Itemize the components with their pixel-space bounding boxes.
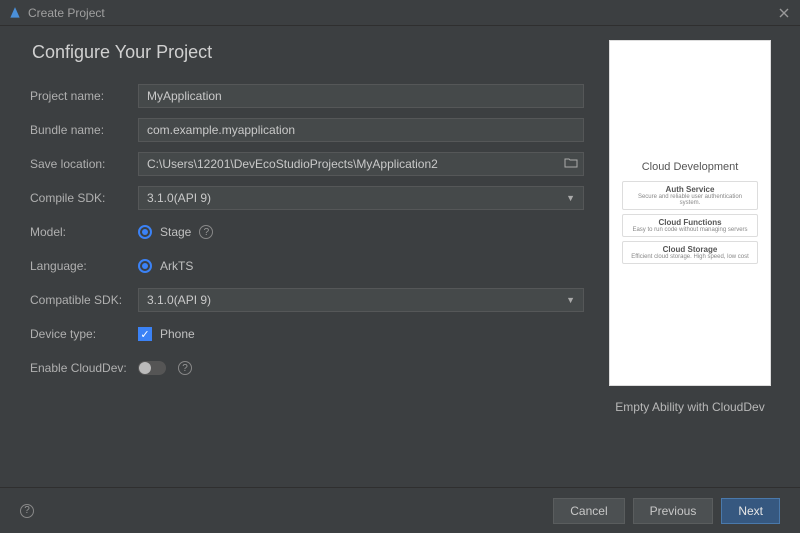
chevron-down-icon: ▼	[566, 295, 575, 305]
window-title: Create Project	[28, 6, 105, 20]
bundle-name-label: Bundle name:	[30, 123, 138, 137]
save-location-input[interactable]	[138, 152, 584, 176]
device-phone-checkbox[interactable]: ✓	[138, 327, 152, 341]
enable-clouddev-toggle[interactable]	[138, 361, 166, 375]
next-button[interactable]: Next	[721, 498, 780, 524]
model-stage-text: Stage	[160, 225, 191, 239]
browse-folder-icon[interactable]	[564, 156, 578, 171]
device-phone-text: Phone	[160, 327, 195, 341]
compatible-sdk-value: 3.1.0(API 9)	[147, 293, 211, 307]
compatible-sdk-select[interactable]: 3.1.0(API 9) ▼	[138, 288, 584, 312]
compile-sdk-select[interactable]: 3.1.0(API 9) ▼	[138, 186, 584, 210]
preview-caption: Empty Ability with CloudDev	[615, 400, 764, 414]
previous-button[interactable]: Previous	[633, 498, 714, 524]
compile-sdk-label: Compile SDK:	[30, 191, 138, 205]
project-name-label: Project name:	[30, 89, 138, 103]
language-arkts-text: ArkTS	[160, 259, 193, 273]
project-name-input[interactable]	[138, 84, 584, 108]
create-project-dialog: Create Project Configure Your Project Pr…	[0, 0, 800, 533]
preview-card: Auth Service Secure and reliable user au…	[622, 181, 758, 210]
template-preview: Cloud Development Auth Service Secure an…	[609, 40, 771, 386]
bundle-name-input[interactable]	[138, 118, 584, 142]
language-arkts-radio[interactable]	[138, 259, 152, 273]
page-title: Configure Your Project	[32, 42, 584, 63]
model-stage-radio[interactable]	[138, 225, 152, 239]
language-label: Language:	[30, 259, 138, 273]
close-icon[interactable]	[776, 5, 792, 21]
save-location-label: Save location:	[30, 157, 138, 171]
titlebar: Create Project	[0, 0, 800, 26]
app-logo-icon	[8, 6, 22, 20]
compatible-sdk-label: Compatible SDK:	[30, 293, 138, 307]
clouddev-help-icon[interactable]: ?	[178, 361, 192, 375]
model-label: Model:	[30, 225, 138, 239]
model-help-icon[interactable]: ?	[199, 225, 213, 239]
device-type-label: Device type:	[30, 327, 138, 341]
cancel-button[interactable]: Cancel	[553, 498, 624, 524]
preview-title: Cloud Development	[642, 161, 739, 173]
dialog-footer: ? Cancel Previous Next	[0, 487, 800, 533]
enable-clouddev-label: Enable CloudDev:	[30, 361, 138, 375]
preview-card: Cloud Functions Easy to run code without…	[622, 214, 758, 237]
footer-help-icon[interactable]: ?	[20, 504, 34, 518]
preview-card: Cloud Storage Efficient cloud storage. H…	[622, 241, 758, 264]
compile-sdk-value: 3.1.0(API 9)	[147, 191, 211, 205]
chevron-down-icon: ▼	[566, 193, 575, 203]
